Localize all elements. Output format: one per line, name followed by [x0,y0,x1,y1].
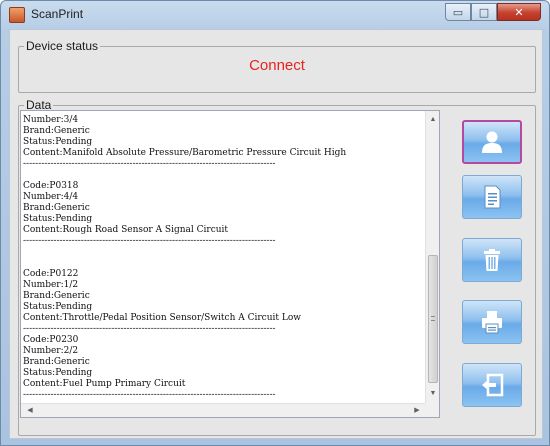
delete-button[interactable] [462,238,522,282]
device-status-label: Device status [24,39,101,53]
data-textarea[interactable]: Number:3/4 Brand:Generic Status:Pending … [20,110,440,418]
scroll-thumb[interactable] [428,255,438,383]
grip-icon [431,316,435,321]
client-area: Device status Connect Data Number:3/4 Br… [9,29,543,439]
scroll-corner [425,403,439,417]
close-button[interactable]: ✕ [497,3,541,21]
title-bar[interactable]: ScanPrint ▭ □ ✕ [1,1,549,29]
print-button[interactable] [462,300,522,344]
document-icon [484,185,501,209]
trash-icon [484,249,500,271]
connection-status: Connect [249,57,305,74]
maximize-button[interactable]: □ [471,3,497,21]
scroll-down-icon[interactable]: ▼ [426,387,440,401]
app-icon [9,7,25,23]
exit-button[interactable] [462,363,522,407]
user-button[interactable] [462,120,522,164]
data-text: Number:3/4 Brand:Generic Status:Pending … [23,115,347,400]
scroll-right-icon[interactable]: ▶ [410,404,424,418]
minimize-icon: ▭ [452,5,464,19]
report-button[interactable] [462,175,522,219]
maximize-icon: □ [478,5,490,19]
scroll-up-icon[interactable]: ▲ [426,113,440,127]
window-controls: ▭ □ ✕ [445,3,541,23]
exit-icon [482,373,504,397]
app-window: ScanPrint ▭ □ ✕ Device status Connect Da… [0,0,550,446]
window-title: ScanPrint [31,7,84,21]
minimize-button[interactable]: ▭ [445,3,471,21]
device-status-group: Device status Connect [18,39,536,93]
horizontal-scrollbar[interactable]: ◀ ▶ [21,403,426,417]
printer-icon [482,311,502,334]
scroll-left-icon[interactable]: ◀ [23,404,37,418]
close-icon: ✕ [514,5,524,19]
vertical-scrollbar[interactable]: ▲ ▼ [425,111,439,403]
user-icon [482,131,502,153]
